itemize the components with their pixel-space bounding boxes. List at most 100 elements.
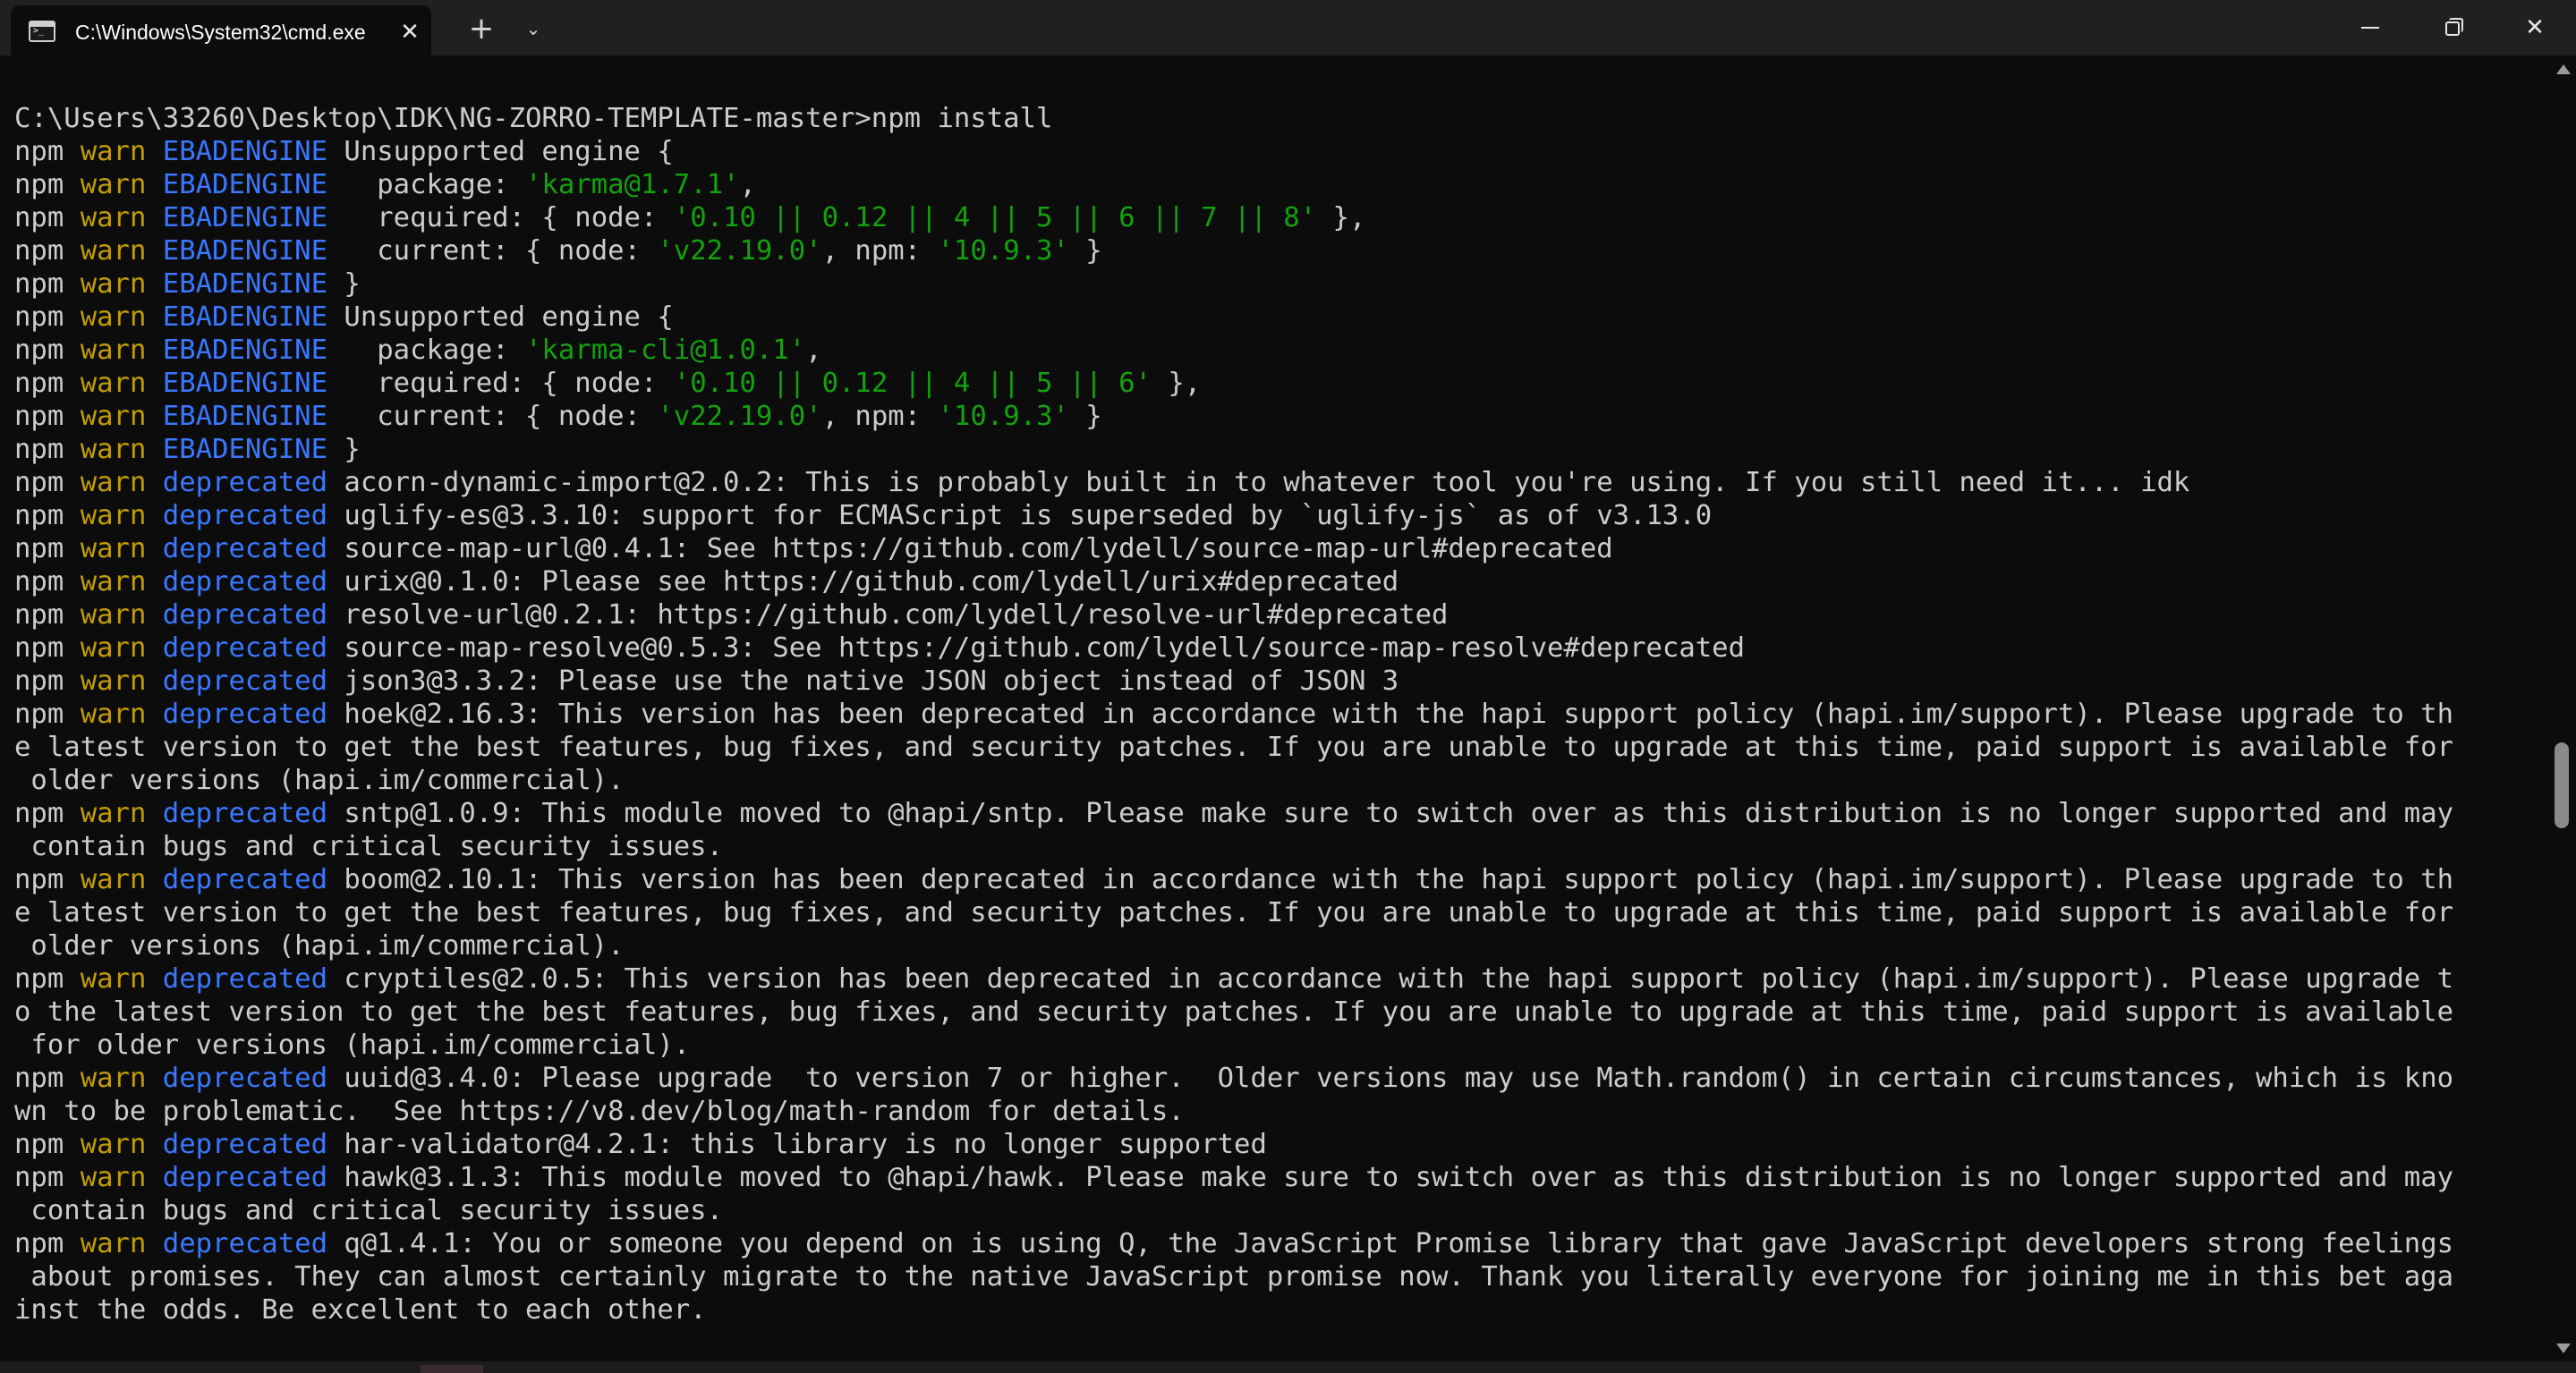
npm-prefix: npm [14,599,81,631]
terminal-line: npm warn EBADENGINE current: { node: 'v2… [14,234,2538,267]
terminal-line: older versions (hapi.im/commercial). [14,929,2538,962]
chevron-down-icon[interactable]: ⌄ [515,9,551,48]
tab-cmd[interactable]: C:\Windows\System32\cmd.exe ✕ [11,5,431,55]
line-text: contain bugs and critical security issue… [14,1195,724,1226]
line-text: C:\Users\33260\Desktop\IDK\NG-ZORRO-TEMP… [14,103,1053,134]
warn-label: warn [80,368,163,399]
warn-code: deprecated [162,467,344,498]
npm-prefix: npm [14,335,81,366]
npm-prefix: npm [14,1129,81,1160]
terminal-line: npm warn deprecated resolve-url@0.2.1: h… [14,598,2538,631]
string-literal: '0.10 || 0.12 || 4 || 5 || 6 || 7 || 8' [673,202,1317,233]
line-text: , [805,335,822,366]
line-text: resolve-url@0.2.1: https://github.com/ly… [344,599,1449,631]
warn-label: warn [80,632,163,664]
line-text: uuid@3.4.0: Please upgrade to version 7 … [344,1063,2454,1094]
bottom-strip [0,1361,2576,1373]
line-text: package: [344,169,526,200]
line-text: sntp@1.0.9: This module moved to @hapi/s… [344,798,2454,829]
line-text: }, [1151,368,1202,399]
terminal-line: contain bugs and critical security issue… [14,830,2538,863]
terminal-line: npm warn deprecated boom@2.10.1: This ve… [14,863,2538,896]
terminal-line: e latest version to get the best feature… [14,896,2538,929]
npm-prefix: npm [14,368,81,399]
warn-code: deprecated [162,798,344,829]
terminal-output[interactable]: C:\Users\33260\Desktop\IDK\NG-ZORRO-TEMP… [14,102,2538,1354]
terminal-line: npm warn EBADENGINE package: 'karma-cli@… [14,334,2538,367]
line-text: } [1068,401,1102,432]
line-text: q@1.4.1: You or someone you depend on is… [344,1228,2454,1259]
close-window-button[interactable]: ✕ [2494,0,2576,55]
line-text: cryptiles@2.0.5: This version has been d… [344,963,2454,995]
warn-label: warn [80,566,163,598]
string-literal: '0.10 || 0.12 || 4 || 5 || 6' [673,368,1152,399]
npm-prefix: npm [14,401,81,432]
scroll-thumb[interactable] [2555,742,2569,828]
string-literal: '10.9.3' [937,235,1069,267]
warn-code: deprecated [162,566,344,598]
warn-label: warn [80,301,163,333]
npm-prefix: npm [14,566,81,598]
warn-label: warn [80,335,163,366]
minimize-button[interactable] [2329,0,2411,55]
terminal-line: inst the odds. Be excellent to each othe… [14,1293,2538,1326]
terminal-line: npm warn deprecated har-validator@4.2.1:… [14,1128,2538,1161]
vertical-scrollbar[interactable] [2551,55,2576,1361]
warn-label: warn [80,202,163,233]
line-text: hawk@3.1.3: This module moved to @hapi/h… [344,1162,2454,1193]
minimize-icon [2361,27,2379,29]
close-tab-icon[interactable]: ✕ [395,18,424,47]
line-text: urix@0.1.0: Please see https://github.co… [344,566,1399,598]
line-text: } [344,268,361,300]
warn-code: deprecated [162,699,344,730]
terminal-line: C:\Users\33260\Desktop\IDK\NG-ZORRO-TEMP… [14,102,2538,135]
scroll-up-icon[interactable] [2556,64,2571,74]
terminal-line: npm warn EBADENGINE required: { node: '0… [14,201,2538,234]
terminal-line: npm warn deprecated uglify-es@3.3.10: su… [14,499,2538,532]
string-literal: 'v22.19.0' [657,235,822,267]
line-text: current: { node: [344,401,658,432]
new-tab-button[interactable]: + [462,9,501,48]
line-text: o the latest version to get the best fea… [14,996,2454,1028]
warn-code: deprecated [162,963,344,995]
terminal-line: npm warn deprecated acorn-dynamic-import… [14,466,2538,499]
warn-label: warn [80,1228,163,1259]
tab-title: C:\Windows\System32\cmd.exe [75,21,366,44]
warn-label: warn [80,434,163,465]
terminal-line: o the latest version to get the best fea… [14,996,2538,1029]
warn-code: deprecated [162,632,344,664]
terminal-line: npm warn deprecated q@1.4.1: You or some… [14,1227,2538,1260]
terminal-icon [29,21,55,42]
warn-label: warn [80,798,163,829]
warn-label: warn [80,169,163,200]
terminal-line: npm warn EBADENGINE } [14,433,2538,466]
warn-label: warn [80,864,163,895]
npm-prefix: npm [14,268,81,300]
string-literal: 'karma@1.7.1' [525,169,740,200]
warn-code: deprecated [162,1162,344,1193]
scroll-down-icon[interactable] [2556,1343,2571,1353]
line-text: acorn-dynamic-import@2.0.2: This is prob… [344,467,2190,498]
line-text: about promises. They can almost certainl… [14,1261,2454,1292]
line-text: Unsupported engine { [344,301,674,333]
line-text: wn to be problematic. See https://v8.dev… [14,1096,1185,1127]
warn-label: warn [80,136,163,167]
terminal-line: npm warn deprecated source-map-url@0.4.1… [14,532,2538,565]
terminal-line: npm warn deprecated cryptiles@2.0.5: Thi… [14,962,2538,996]
terminal-line: npm warn deprecated uuid@3.4.0: Please u… [14,1062,2538,1095]
restore-button[interactable] [2411,0,2494,55]
warn-label: warn [80,599,163,631]
line-text: uglify-es@3.3.10: support for ECMAScript… [344,500,1713,531]
warn-label: warn [80,699,163,730]
line-text: } [1068,235,1102,267]
line-text: Unsupported engine { [344,136,674,167]
terminal-line: about promises. They can almost certainl… [14,1260,2538,1293]
npm-prefix: npm [14,963,81,995]
warn-label: warn [80,401,163,432]
terminal-line: npm warn deprecated source-map-resolve@0… [14,631,2538,665]
warn-label: warn [80,533,163,564]
warn-label: warn [80,963,163,995]
line-text: inst the odds. Be excellent to each othe… [14,1294,707,1326]
line-text: package: [344,335,526,366]
npm-prefix: npm [14,301,81,333]
